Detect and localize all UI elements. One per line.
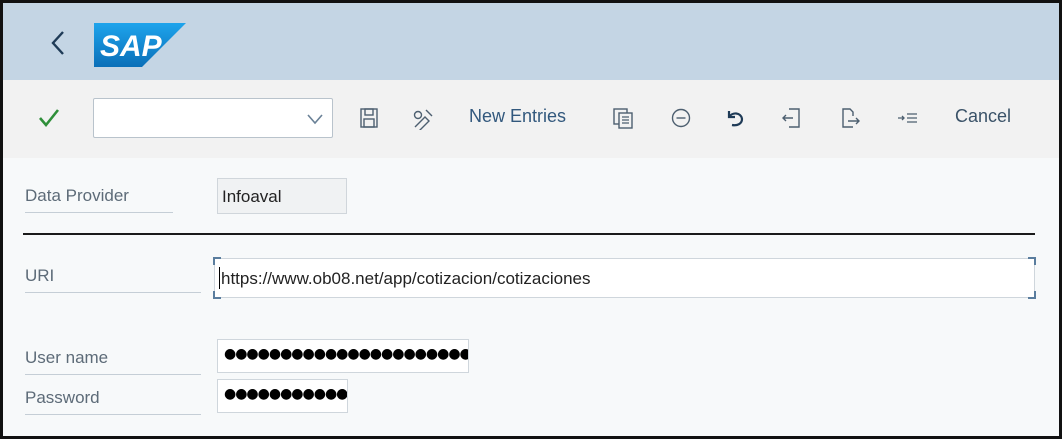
uri-label: URI — [25, 266, 201, 293]
save-icon[interactable] — [357, 106, 381, 130]
select-all-icon[interactable] — [896, 106, 920, 130]
delete-icon[interactable] — [669, 106, 693, 130]
chevron-down-icon[interactable] — [306, 111, 324, 127]
undo-icon[interactable] — [724, 106, 748, 130]
section-divider — [23, 233, 1035, 235]
password-input[interactable]: ●●●●●●●●●●●● — [217, 379, 348, 413]
sap-logo: SAP — [94, 23, 186, 67]
data-provider-label: Data Provider — [25, 186, 173, 213]
text-cursor — [219, 267, 220, 289]
next-entry-icon[interactable] — [838, 106, 862, 130]
previous-entry-icon[interactable] — [780, 106, 804, 130]
enter-button[interactable] — [35, 104, 63, 132]
password-label: Password — [25, 388, 201, 415]
username-input[interactable]: ●●●●●●●●●●●●●●●●●●●●●● — [217, 339, 469, 373]
back-button[interactable] — [43, 25, 73, 61]
copy-icon[interactable] — [611, 106, 635, 130]
sap-logo-text: SAP — [100, 30, 163, 63]
form-area: Data Provider Infoaval URI https://www.o… — [3, 158, 1059, 436]
username-label: User name — [25, 348, 201, 375]
sap-window: SAP New Entries Cancel Data Provider Inf… — [0, 0, 1062, 439]
shell-bar: SAP — [3, 3, 1059, 80]
uri-input[interactable]: https://www.ob08.net/app/cotizacion/coti… — [213, 257, 1036, 299]
command-input[interactable] — [102, 105, 292, 131]
new-entries-button[interactable]: New Entries — [469, 106, 566, 127]
cancel-button[interactable]: Cancel — [955, 106, 1011, 127]
command-field[interactable] — [93, 98, 333, 138]
password-masked-value: ●●●●●●●●●●●● — [224, 386, 348, 402]
check-icon — [39, 109, 60, 128]
username-masked-value: ●●●●●●●●●●●●●●●●●●●●●● — [224, 346, 469, 362]
chevron-left-icon — [51, 31, 64, 55]
display-change-icon[interactable] — [411, 106, 435, 130]
uri-value: https://www.ob08.net/app/cotizacion/coti… — [221, 269, 591, 288]
data-provider-value: Infoaval — [217, 178, 347, 214]
application-toolbar: New Entries Cancel — [3, 80, 1059, 158]
